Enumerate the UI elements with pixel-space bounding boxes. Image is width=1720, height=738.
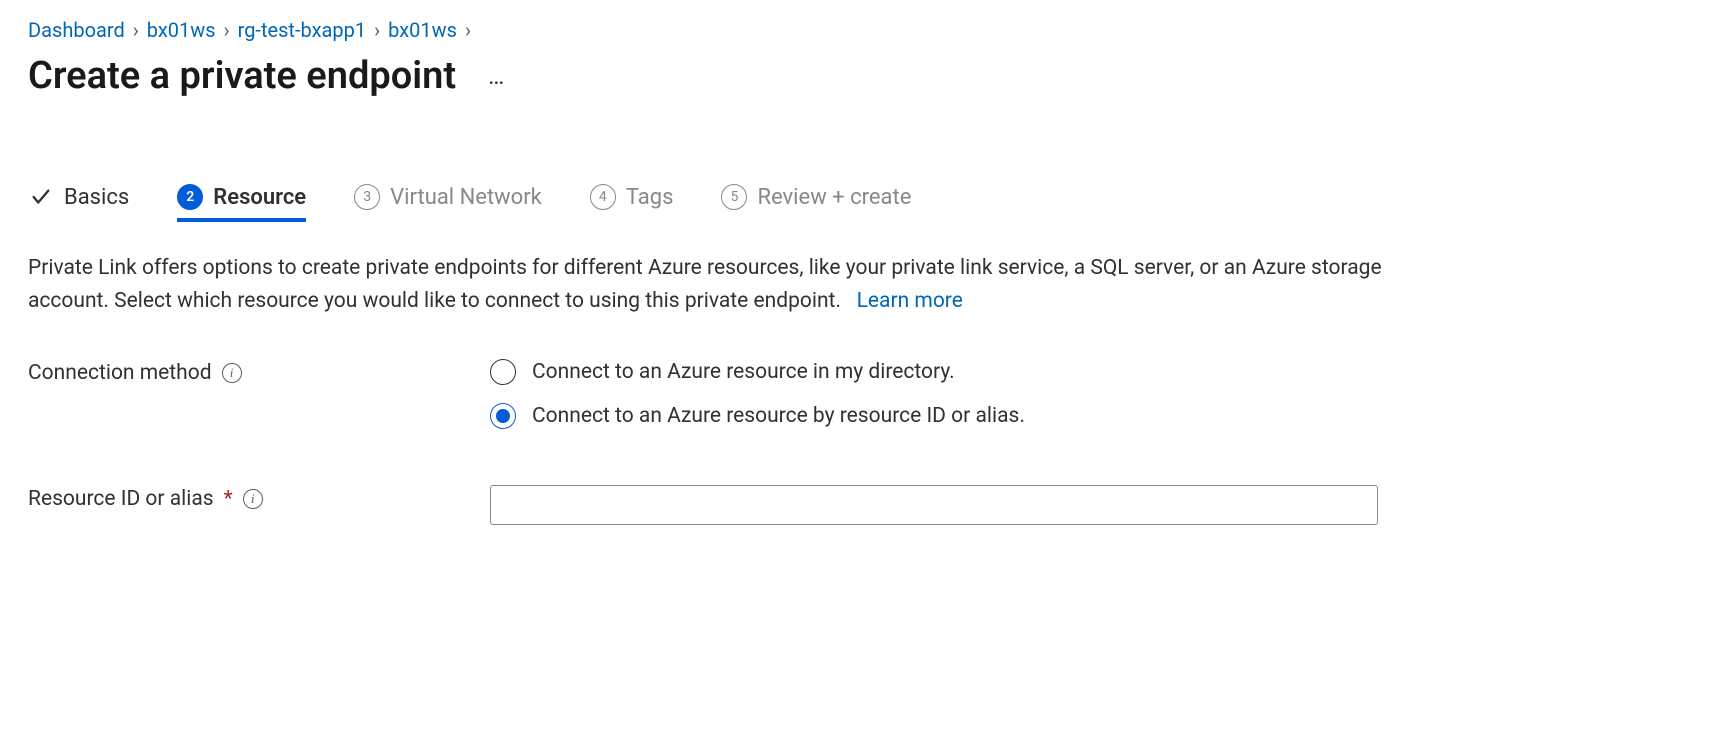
info-icon[interactable]: i: [243, 489, 263, 509]
description-body: Private Link offers options to create pr…: [28, 256, 1382, 313]
step-number-icon: 3: [354, 184, 380, 210]
required-marker: *: [224, 487, 233, 511]
step-tags[interactable]: 4 Tags: [590, 184, 674, 218]
more-actions-button[interactable]: …: [480, 60, 514, 92]
breadcrumb: Dashboard › bx01ws › rg-test-bxapp1 › bx…: [28, 18, 1692, 42]
breadcrumb-item[interactable]: rg-test-bxapp1: [238, 18, 366, 42]
step-label: Resource: [213, 185, 306, 210]
checkmark-icon: [28, 184, 54, 210]
radio-icon: [490, 359, 516, 385]
chevron-right-icon: ›: [133, 18, 139, 42]
form-row-connection-method: Connection method i Connect to an Azure …: [28, 359, 1692, 429]
step-number-icon: 5: [721, 184, 747, 210]
step-label: Review + create: [757, 185, 911, 210]
step-resource[interactable]: 2 Resource: [177, 184, 306, 222]
radio-label: Connect to an Azure resource by resource…: [532, 404, 1025, 428]
label-text: Connection method: [28, 361, 212, 385]
step-label: Basics: [64, 185, 129, 210]
step-review-create[interactable]: 5 Review + create: [721, 184, 911, 218]
description-text: Private Link offers options to create pr…: [28, 252, 1428, 317]
step-virtual-network[interactable]: 3 Virtual Network: [354, 184, 542, 218]
chevron-right-icon: ›: [374, 18, 380, 42]
page-title: Create a private endpoint: [28, 54, 456, 98]
step-basics[interactable]: Basics: [28, 184, 129, 218]
radio-connect-resource-id[interactable]: Connect to an Azure resource by resource…: [490, 403, 1025, 429]
label-text: Resource ID or alias: [28, 487, 214, 511]
radio-connect-directory[interactable]: Connect to an Azure resource in my direc…: [490, 359, 1025, 385]
step-number-icon: 2: [177, 184, 203, 210]
chevron-right-icon: ›: [224, 18, 230, 42]
step-label: Tags: [626, 185, 674, 210]
resource-id-input[interactable]: [490, 485, 1378, 525]
breadcrumb-item[interactable]: bx01ws: [388, 18, 457, 42]
radio-icon: [490, 403, 516, 429]
form-row-resource-id: Resource ID or alias * i: [28, 485, 1692, 525]
resource-id-label: Resource ID or alias * i: [28, 485, 490, 511]
stepper: Basics 2 Resource 3 Virtual Network 4 Ta…: [28, 184, 1692, 224]
connection-method-radio-group: Connect to an Azure resource in my direc…: [490, 359, 1025, 429]
breadcrumb-item[interactable]: bx01ws: [147, 18, 216, 42]
step-label: Virtual Network: [390, 185, 542, 210]
learn-more-link[interactable]: Learn more: [857, 289, 963, 313]
step-number-icon: 4: [590, 184, 616, 210]
radio-label: Connect to an Azure resource in my direc…: [532, 360, 955, 384]
info-icon[interactable]: i: [222, 363, 242, 383]
breadcrumb-item[interactable]: Dashboard: [28, 18, 125, 42]
chevron-right-icon: ›: [465, 18, 471, 42]
connection-method-label: Connection method i: [28, 359, 490, 385]
